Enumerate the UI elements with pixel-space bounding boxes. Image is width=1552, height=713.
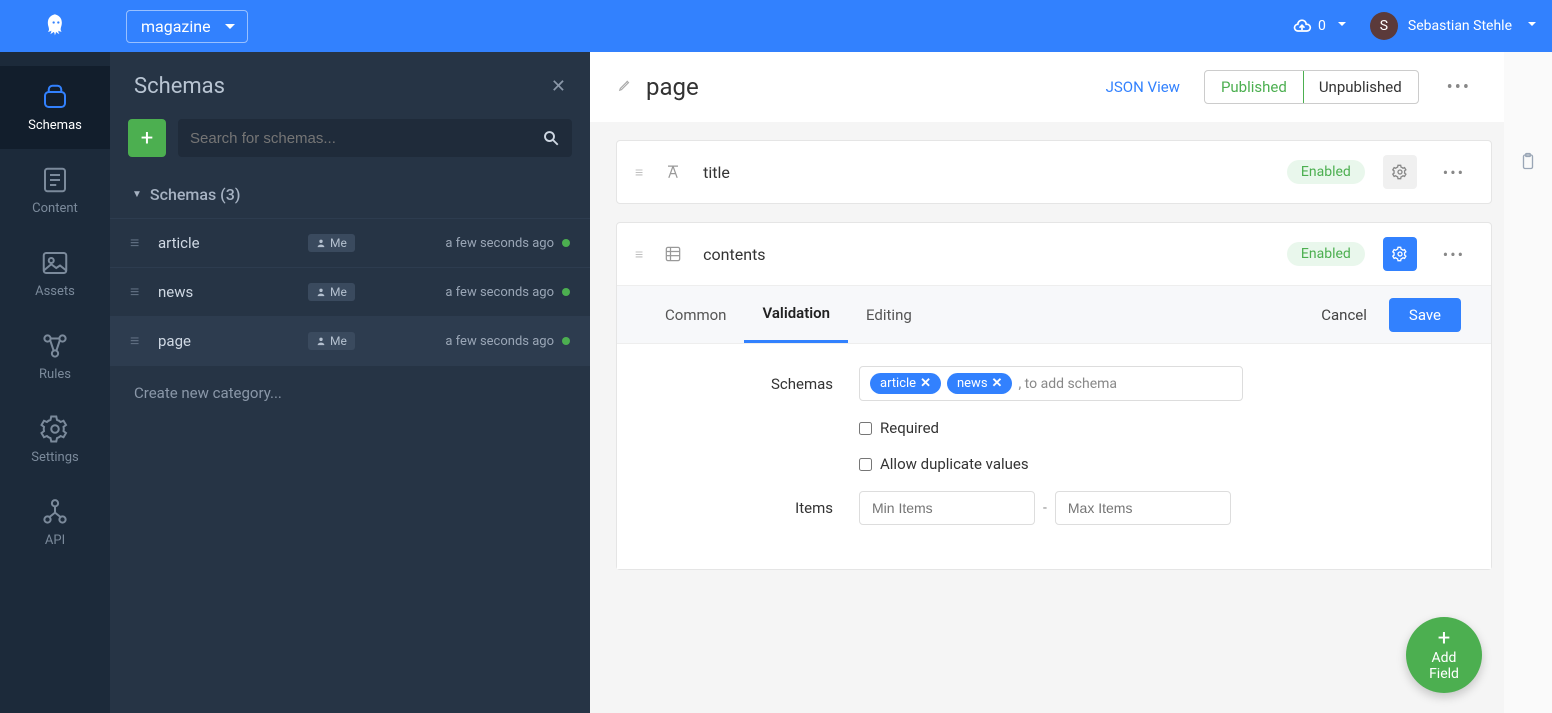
- references-field-icon: [661, 244, 685, 264]
- clipboard-icon[interactable]: [1519, 152, 1537, 174]
- tab-common[interactable]: Common: [647, 288, 744, 342]
- user-menu[interactable]: S Sebastian Stehle: [1370, 12, 1536, 40]
- nav-content[interactable]: Content: [0, 149, 110, 232]
- schemas-section-header[interactable]: ▼ Schemas (3): [110, 171, 590, 218]
- field-name: title: [703, 163, 730, 182]
- field-card-contents: ≡ contents Enabled •••: [616, 222, 1492, 570]
- search-input[interactable]: [190, 130, 542, 147]
- owner-badge: Me: [308, 283, 355, 301]
- schema-name: news: [158, 283, 308, 301]
- field-more-icon[interactable]: •••: [1435, 245, 1473, 264]
- app-selector[interactable]: magazine: [126, 10, 248, 43]
- min-items-input[interactable]: [859, 491, 1035, 525]
- field-more-icon[interactable]: •••: [1435, 163, 1473, 182]
- schema-tag: news ✕: [947, 373, 1012, 394]
- schema-time: a few seconds ago: [445, 236, 554, 251]
- nav-label: Assets: [35, 284, 75, 299]
- drag-handle-icon[interactable]: ≡: [635, 246, 643, 263]
- drag-handle-icon[interactable]: ≡: [130, 282, 158, 302]
- field-name: contents: [703, 245, 765, 264]
- schema-name: article: [158, 234, 308, 252]
- avatar: S: [1370, 12, 1398, 40]
- save-button[interactable]: Save: [1389, 298, 1461, 332]
- plus-icon: +: [1438, 628, 1450, 650]
- remove-tag-icon[interactable]: ✕: [920, 376, 931, 391]
- section-label: Schemas (3): [150, 185, 241, 204]
- schema-name: page: [158, 332, 308, 350]
- header-more-icon[interactable]: •••: [1433, 77, 1485, 98]
- sidebar-title: Schemas: [134, 74, 225, 99]
- allow-duplicates-checkbox[interactable]: Allow duplicate values: [859, 455, 1029, 473]
- page-title: page: [646, 73, 699, 101]
- schema-item-article[interactable]: ≡ article Me a few seconds ago: [110, 218, 590, 267]
- chevron-down-icon: ▼: [132, 189, 142, 200]
- nav-rules[interactable]: Rules: [0, 315, 110, 398]
- status-dot-icon: [562, 337, 570, 345]
- json-view-link[interactable]: JSON View: [1106, 78, 1180, 96]
- remove-tag-icon[interactable]: ✕: [992, 376, 1003, 391]
- schema-item-news[interactable]: ≡ news Me a few seconds ago: [110, 267, 590, 316]
- nav-label: Rules: [39, 367, 71, 382]
- text-field-icon: [661, 162, 685, 182]
- nav-label: Schemas: [28, 118, 82, 133]
- app-selector-label: magazine: [141, 17, 211, 36]
- schema-item-page[interactable]: ≡ page Me a few seconds ago: [110, 316, 590, 365]
- publish-toggle: Published Unpublished: [1204, 70, 1419, 104]
- range-dash: -: [1043, 500, 1047, 516]
- cloud-status[interactable]: 0: [1292, 16, 1346, 36]
- edit-icon[interactable]: [618, 78, 632, 96]
- nav-label: Settings: [31, 450, 78, 465]
- cloud-count: 0: [1318, 18, 1326, 34]
- unpublished-option[interactable]: Unpublished: [1303, 71, 1418, 103]
- drag-handle-icon[interactable]: ≡: [130, 331, 158, 351]
- enabled-badge: Enabled: [1287, 160, 1365, 184]
- nav-schemas[interactable]: Schemas: [0, 66, 110, 149]
- status-dot-icon: [562, 239, 570, 247]
- nav-assets[interactable]: Assets: [0, 232, 110, 315]
- schema-time: a few seconds ago: [445, 334, 554, 349]
- create-category-input[interactable]: Create new category...: [110, 365, 590, 420]
- add-schema-button[interactable]: +: [128, 119, 166, 157]
- owner-badge: Me: [308, 332, 355, 350]
- sidebar-close-icon[interactable]: ✕: [551, 76, 566, 97]
- field-settings-button[interactable]: [1383, 237, 1417, 271]
- tab-validation[interactable]: Validation: [744, 286, 848, 343]
- drag-handle-icon[interactable]: ≡: [130, 233, 158, 253]
- nav-label: Content: [32, 201, 78, 216]
- nav-api[interactable]: API: [0, 481, 110, 564]
- field-settings-button[interactable]: [1383, 155, 1417, 189]
- user-name: Sebastian Stehle: [1408, 18, 1512, 34]
- schemas-tag-input[interactable]: article ✕ news ✕ , to add schema: [859, 366, 1243, 401]
- owner-badge: Me: [308, 234, 355, 252]
- app-logo[interactable]: [16, 12, 96, 40]
- nav-label: API: [45, 533, 65, 548]
- max-items-input[interactable]: [1055, 491, 1231, 525]
- required-checkbox[interactable]: Required: [859, 419, 939, 437]
- nav-settings[interactable]: Settings: [0, 398, 110, 481]
- add-field-button[interactable]: + Add Field: [1406, 617, 1482, 693]
- search-icon: [542, 129, 560, 147]
- schemas-label: Schemas: [647, 375, 859, 393]
- published-option[interactable]: Published: [1204, 70, 1304, 104]
- schema-tag: article ✕: [870, 373, 941, 394]
- cancel-button[interactable]: Cancel: [1307, 298, 1381, 332]
- field-card-title: ≡ title Enabled •••: [616, 140, 1492, 204]
- tab-editing[interactable]: Editing: [848, 288, 930, 342]
- schema-time: a few seconds ago: [445, 285, 554, 300]
- drag-handle-icon[interactable]: ≡: [635, 164, 643, 181]
- items-label: Items: [647, 499, 859, 517]
- status-dot-icon: [562, 288, 570, 296]
- enabled-badge: Enabled: [1287, 242, 1365, 266]
- tag-hint: , to add schema: [1018, 376, 1117, 392]
